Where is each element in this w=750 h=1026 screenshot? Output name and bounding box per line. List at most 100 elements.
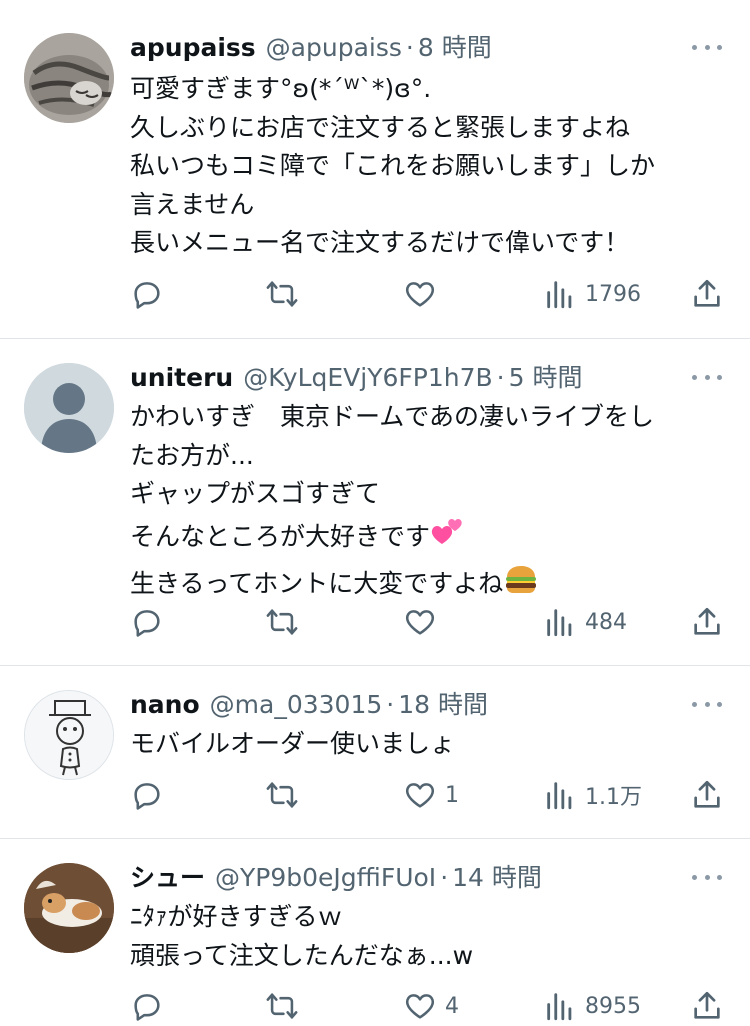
more-options-icon[interactable] — [692, 698, 722, 710]
heart-icon — [405, 994, 435, 1019]
user-handle[interactable]: @ma_033015 — [210, 690, 383, 719]
reply-button[interactable] — [130, 602, 172, 642]
share-button[interactable] — [690, 775, 724, 815]
like-count: 4 — [445, 993, 459, 1019]
text-line: モバイルオーダー使いましょ — [130, 729, 456, 758]
timestamp[interactable]: 8 時間 — [418, 28, 492, 64]
more-options-icon[interactable] — [692, 871, 722, 883]
heart-icon — [405, 610, 435, 635]
share-icon — [694, 607, 720, 635]
text-line: 頑張って注文したんだなぁ...w — [130, 940, 474, 970]
retweet-icon — [266, 993, 298, 1019]
retweet-icon — [266, 782, 298, 808]
display-name[interactable]: シュー — [130, 858, 205, 894]
tweet-1[interactable]: apupaiss @apupaiss · 8 時間 可愛すぎます°ʚ(*´ᵂ`*… — [0, 0, 750, 339]
share-button[interactable] — [690, 986, 724, 1026]
user-handle[interactable]: @KyLqEVjY6FP1h7B — [243, 363, 492, 392]
text-line: ﾆﾀｧが好きすぎるｗ — [130, 902, 343, 931]
bar-chart-icon — [547, 281, 572, 309]
tweet-3[interactable]: nano @ma_033015 · 18 時間 モバイルオーダー使いましょ 1 … — [0, 665, 750, 839]
text-line: 言えません — [130, 189, 255, 219]
text-line: そんなところが大好きです — [130, 514, 726, 562]
text-line: たお方が... — [130, 440, 254, 470]
reply-icon — [134, 994, 160, 1021]
action-bar: 4 8955 — [130, 986, 730, 1026]
action-bar: 484 — [130, 602, 730, 642]
tweet-text: かわいすぎ 東京ドームであの凄いライブをし たお方が... ギャップがスゴすぎて… — [130, 398, 726, 609]
like-count: 1 — [445, 782, 459, 808]
share-button[interactable] — [690, 274, 724, 314]
separator-dot: · — [405, 33, 414, 62]
tweet-text: 可愛すぎます°ʚ(*´ᵂ`*)ɞ°. 久しぶりにお店で注文すると緊張しますよね … — [130, 70, 726, 263]
text-line: かわいすぎ 東京ドームであの凄いライブをし — [130, 402, 655, 431]
separator-dot: · — [386, 690, 395, 719]
bar-chart-icon — [547, 609, 572, 637]
text-line-content: 生きるってホントに大変ですよね — [130, 568, 504, 598]
avatar[interactable] — [24, 690, 114, 780]
text-line: ギャップがスゴすぎて — [130, 479, 381, 508]
tweet-header: apupaiss @apupaiss · 8 時間 — [130, 28, 492, 68]
view-count: 1796 — [585, 281, 641, 307]
retweet-button[interactable] — [265, 602, 307, 642]
like-button[interactable]: 4 — [403, 986, 459, 1026]
retweet-button[interactable] — [265, 274, 307, 314]
text-line: 長いメニュー名で注文するだけで偉いです！ — [130, 228, 630, 257]
heart-icon — [405, 783, 435, 808]
reply-button[interactable] — [130, 775, 172, 815]
tweet-text: モバイルオーダー使いましょ — [130, 725, 726, 764]
text-line-content: そんなところが大好きです — [130, 521, 431, 551]
views-button[interactable]: 484 — [543, 602, 627, 642]
tweet-header: nano @ma_033015 · 18 時間 — [130, 685, 488, 725]
like-button[interactable] — [403, 602, 445, 642]
share-icon — [694, 780, 720, 808]
share-icon — [694, 279, 720, 307]
view-count: 484 — [585, 609, 627, 635]
text-line: 久しぶりにお店で注文すると緊張しますよね — [130, 112, 631, 142]
user-handle[interactable]: @apupaiss — [266, 33, 402, 62]
views-button[interactable]: 1.1万 — [543, 775, 642, 815]
more-options-icon[interactable] — [692, 371, 722, 383]
tweet-2[interactable]: uniteru @KyLqEVjY6FP1h7B · 5 時間 かわいすぎ 東京… — [0, 338, 750, 666]
action-bar: 1796 — [130, 274, 730, 314]
action-bar: 1 1.1万 — [130, 775, 730, 815]
reply-button[interactable] — [130, 986, 172, 1026]
retweet-button[interactable] — [265, 986, 307, 1026]
retweet-button[interactable] — [265, 775, 307, 815]
avatar[interactable] — [24, 33, 114, 123]
two-hearts-emoji — [430, 514, 466, 562]
like-button[interactable] — [403, 274, 445, 314]
views-button[interactable]: 8955 — [543, 986, 641, 1026]
separator-dot: · — [440, 863, 449, 892]
tweet-text: ﾆﾀｧが好きすぎるｗ 頑張って注文したんだなぁ...w — [130, 898, 726, 975]
display-name[interactable]: nano — [130, 690, 200, 719]
avatar[interactable] — [24, 863, 114, 953]
retweet-icon — [266, 609, 298, 635]
avatar[interactable] — [24, 363, 114, 453]
display-name[interactable]: apupaiss — [130, 33, 256, 62]
heart-icon — [405, 282, 435, 307]
reply-icon — [134, 610, 160, 637]
share-button[interactable] — [690, 602, 724, 642]
text-line: 可愛すぎます°ʚ(*´ᵂ`*)ɞ°. — [130, 74, 432, 103]
user-handle[interactable]: @YP9b0eJgffiFUoI — [215, 863, 436, 892]
tweet-header: uniteru @KyLqEVjY6FP1h7B · 5 時間 — [130, 358, 582, 398]
timestamp[interactable]: 5 時間 — [509, 358, 583, 394]
tweet-4[interactable]: シュー @YP9b0eJgffiFUoI · 14 時間 ﾆﾀｧが好きすぎるｗ … — [0, 838, 750, 1021]
separator-dot: · — [496, 363, 505, 392]
view-count: 1.1万 — [585, 785, 642, 810]
timestamp[interactable]: 14 時間 — [452, 858, 542, 894]
view-count: 8955 — [585, 993, 641, 1019]
tweet-header: シュー @YP9b0eJgffiFUoI · 14 時間 — [130, 858, 542, 898]
views-button[interactable]: 1796 — [543, 274, 641, 314]
bar-chart-icon — [547, 782, 572, 810]
like-button[interactable]: 1 — [403, 775, 459, 815]
text-line: 私いつもコミ障で「これをお願いします」しか — [130, 151, 656, 180]
retweet-icon — [266, 281, 298, 307]
reply-icon — [134, 282, 160, 309]
reply-button[interactable] — [130, 274, 172, 314]
display-name[interactable]: uniteru — [130, 363, 233, 392]
timestamp[interactable]: 18 時間 — [398, 685, 488, 721]
reply-icon — [134, 783, 160, 810]
more-options-icon[interactable] — [692, 41, 722, 53]
share-icon — [694, 991, 720, 1019]
